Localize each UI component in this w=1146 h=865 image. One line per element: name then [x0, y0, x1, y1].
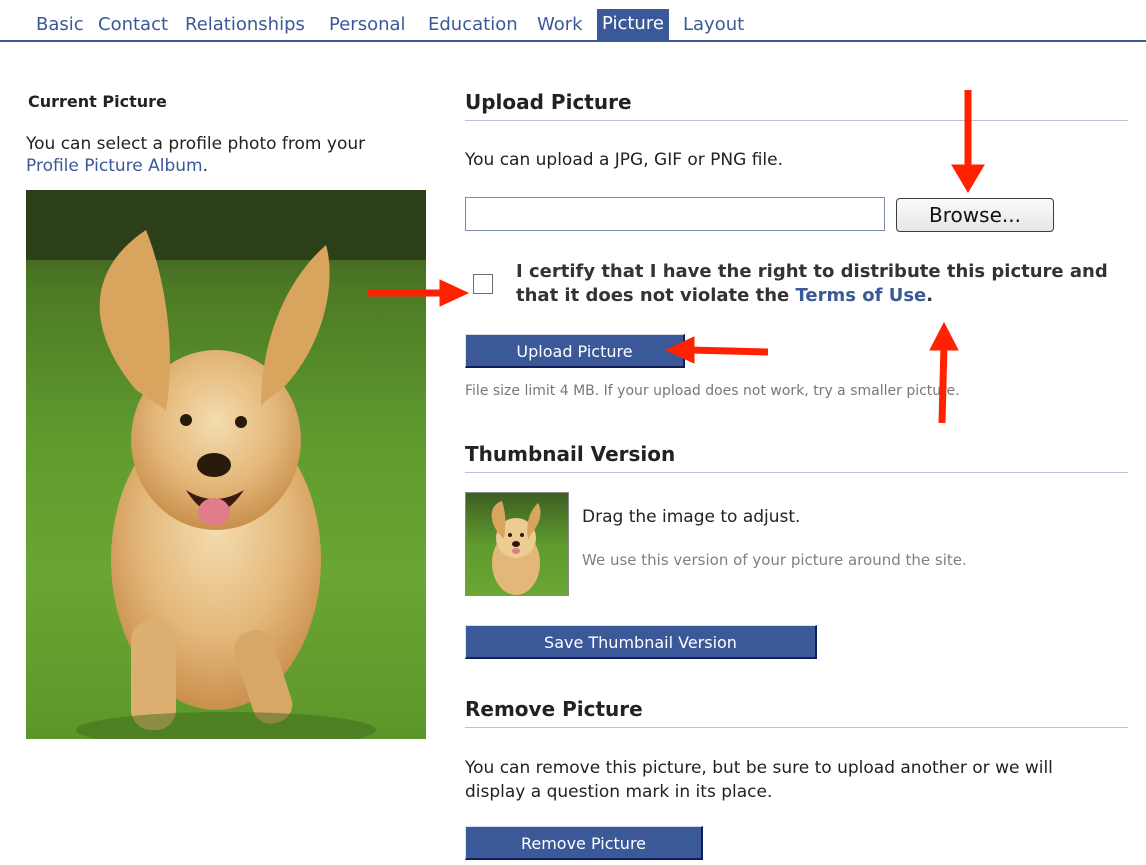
arrow-to-checkbox-head-icon — [439, 279, 470, 307]
arrow-to-terms-head-icon — [929, 321, 959, 351]
arrow-to-browse-head-icon — [951, 164, 985, 193]
annotation-arrows — [368, 90, 985, 424]
arrow-to-upload-head-icon — [664, 336, 695, 364]
arrow-to-terms-icon — [938, 344, 948, 424]
arrow-to-upload-icon — [689, 346, 769, 356]
